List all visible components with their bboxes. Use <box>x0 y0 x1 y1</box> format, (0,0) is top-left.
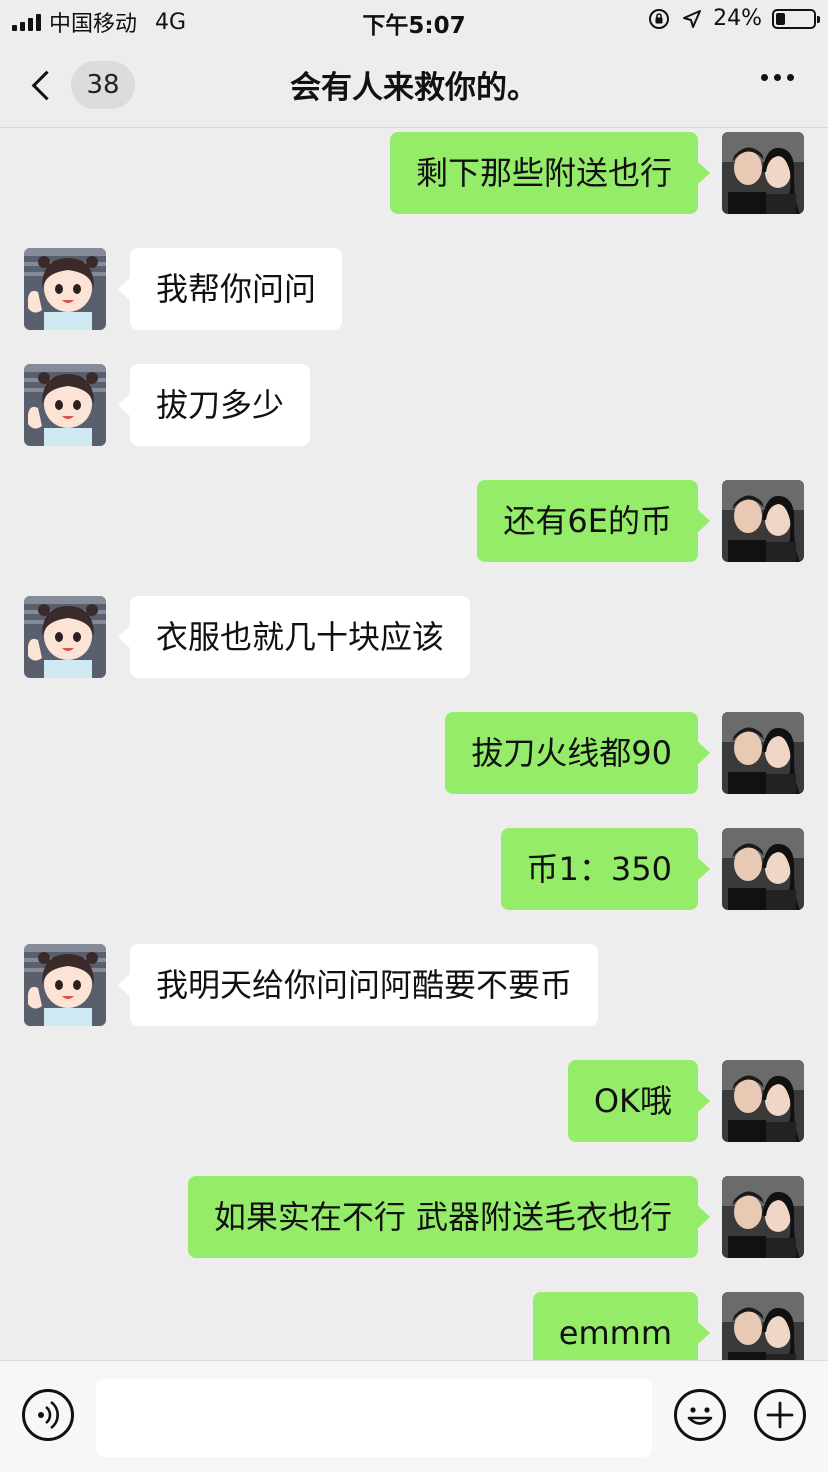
received-message-bubble[interactable]: 衣服也就几十块应该 <box>117 596 471 678</box>
received-message-bubble[interactable]: 我明天给你问问阿酷要不要币 <box>117 944 599 1026</box>
voice-icon[interactable] <box>22 1389 74 1441</box>
sent-message-bubble[interactable]: 剩下那些附送也行 <box>389 132 711 214</box>
orientation-lock-icon <box>649 8 670 29</box>
my-avatar[interactable] <box>722 1060 804 1142</box>
sent-message-bubble[interactable]: emmm <box>532 1292 711 1360</box>
status-right: 24% <box>647 6 820 31</box>
sent-message-bubble[interactable]: 如果实在不行 武器附送毛衣也行 <box>187 1176 711 1258</box>
my-avatar[interactable] <box>722 132 804 214</box>
battery-percent: 24% <box>713 6 762 31</box>
sent-message-bubble[interactable]: 拔刀火线都90 <box>445 712 710 794</box>
emoji-icon[interactable] <box>674 1389 726 1441</box>
input-bar <box>0 1360 828 1472</box>
message-row: 如果实在不行 武器附送毛衣也行 <box>0 1176 828 1258</box>
message-list[interactable]: 剩下那些附送也行 我帮你问问拔刀多少还有6E的币 衣服也就几十块应该拔刀火线都90 币… <box>0 128 828 1360</box>
my-avatar[interactable] <box>722 712 804 794</box>
message-input[interactable] <box>96 1379 652 1457</box>
message-row: emmm <box>0 1292 828 1360</box>
contact-avatar[interactable] <box>24 944 106 1026</box>
contact-avatar[interactable] <box>24 364 106 446</box>
more-dots-icon[interactable] <box>761 74 794 81</box>
my-avatar[interactable] <box>722 1292 804 1360</box>
my-avatar[interactable] <box>722 1176 804 1258</box>
message-row: 拔刀多少 <box>0 364 828 446</box>
message-row: 剩下那些附送也行 <box>0 132 828 214</box>
my-avatar[interactable] <box>722 480 804 562</box>
message-row: 我明天给你问问阿酷要不要币 <box>0 944 828 1026</box>
sent-message-bubble[interactable]: OK哦 <box>567 1060 711 1142</box>
chat-title: 会有人来救你的。 <box>290 70 538 106</box>
received-message-bubble[interactable]: 拔刀多少 <box>117 364 311 446</box>
message-row: 还有6E的币 <box>0 480 828 562</box>
battery-icon <box>772 8 820 29</box>
message-row: OK哦 <box>0 1060 828 1142</box>
contact-avatar[interactable] <box>24 596 106 678</box>
status-bar: 中国移动 4G 下午5:07 24% <box>0 0 828 40</box>
received-message-bubble[interactable]: 我帮你问问 <box>117 248 343 330</box>
battery-fill <box>776 12 785 25</box>
sent-message-bubble[interactable]: 还有6E的币 <box>477 480 710 562</box>
message-row: 币1：350 <box>0 828 828 910</box>
message-row: 衣服也就几十块应该 <box>0 596 828 678</box>
location-icon <box>683 9 702 28</box>
message-row: 拔刀火线都90 <box>0 712 828 794</box>
chat-header: 38 会有人来救你的。 <box>0 40 828 128</box>
message-row: 我帮你问问 <box>0 248 828 330</box>
sent-message-bubble[interactable]: 币1：350 <box>500 828 711 910</box>
contact-avatar[interactable] <box>24 248 106 330</box>
my-avatar[interactable] <box>722 828 804 910</box>
plus-icon[interactable] <box>754 1389 806 1441</box>
